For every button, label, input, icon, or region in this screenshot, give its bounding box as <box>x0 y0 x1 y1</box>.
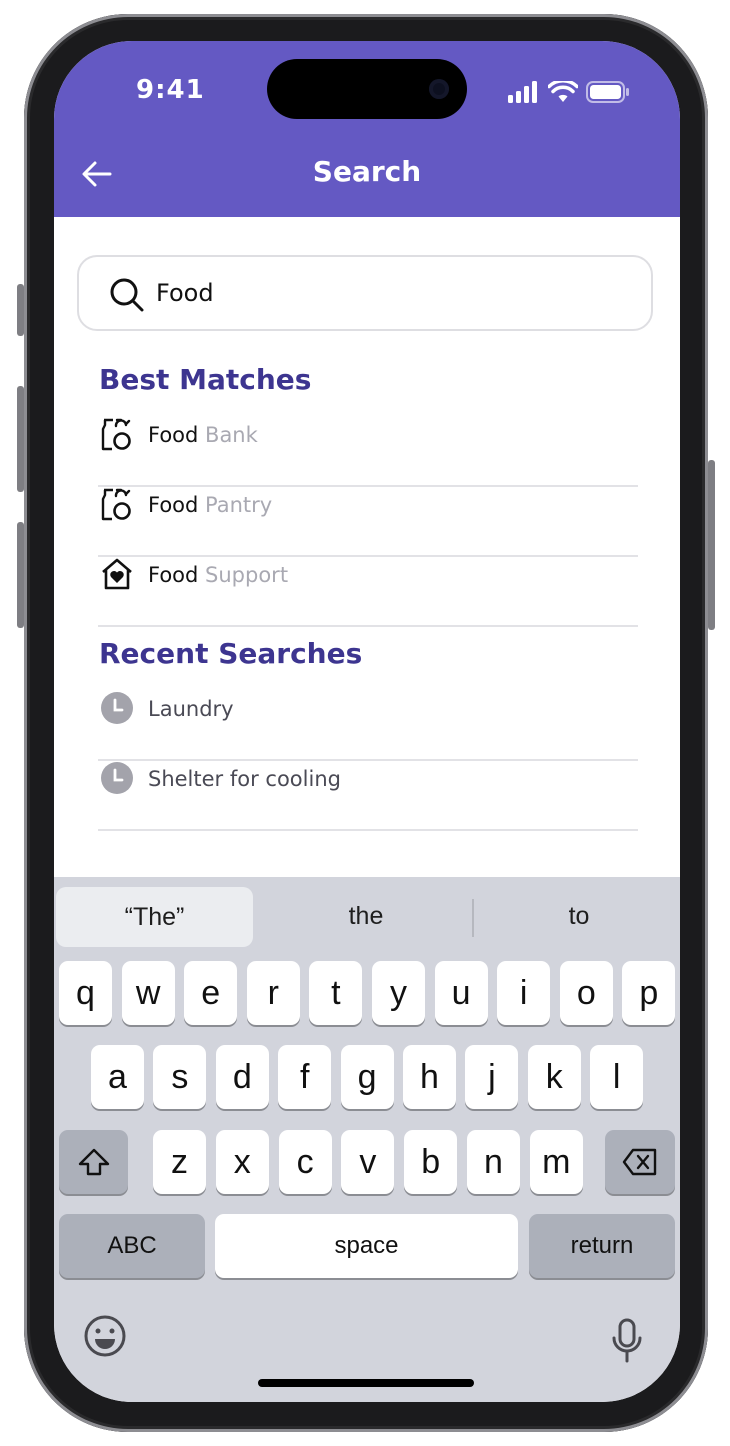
microphone-icon[interactable] <box>610 1318 644 1364</box>
key-e[interactable]: e <box>184 961 238 1025</box>
space-key[interactable]: space <box>215 1214 518 1278</box>
search-value: Food <box>156 279 214 307</box>
key-r[interactable]: r <box>246 961 300 1025</box>
key-c[interactable]: c <box>278 1130 332 1194</box>
volume-up-button <box>17 386 24 492</box>
shift-key[interactable] <box>59 1130 128 1194</box>
recent-search-label: Laundry <box>148 697 234 721</box>
search-icon <box>110 278 144 312</box>
best-match-item[interactable]: Food Pantry <box>98 487 638 557</box>
key-j[interactable]: j <box>465 1045 519 1109</box>
suggestion-1[interactable]: “The” <box>56 887 253 947</box>
key-i[interactable]: i <box>497 961 551 1025</box>
key-y[interactable]: y <box>372 961 425 1025</box>
key-n[interactable]: n <box>467 1130 520 1194</box>
return-key[interactable]: return <box>529 1214 675 1278</box>
emoji-icon[interactable] <box>83 1314 127 1358</box>
key-p[interactable]: p <box>622 961 676 1025</box>
clock-icon <box>101 692 133 724</box>
status-icons <box>508 81 630 103</box>
key-d[interactable]: d <box>215 1045 269 1109</box>
delete-key[interactable] <box>605 1130 675 1194</box>
key-a[interactable]: a <box>91 1045 144 1109</box>
match-rest: Bank <box>198 423 258 447</box>
key-o[interactable]: o <box>559 961 613 1025</box>
key-x[interactable]: x <box>215 1130 269 1194</box>
key-b[interactable]: b <box>404 1130 458 1194</box>
wifi-icon <box>548 81 578 102</box>
best-match-item[interactable]: Food Bank <box>98 417 638 487</box>
food-bank-icon <box>101 418 131 451</box>
dynamic-island <box>267 59 467 119</box>
recent-search-item[interactable]: Laundry <box>98 691 638 761</box>
power-button <box>708 460 715 630</box>
heart-home-icon <box>102 558 132 590</box>
match-bold: Food <box>148 563 199 587</box>
best-matches-heading: Best Matches <box>99 363 312 396</box>
key-w[interactable]: w <box>121 961 175 1025</box>
status-time: 9:41 <box>136 75 205 105</box>
match-rest: Pantry <box>198 493 273 517</box>
camera-icon <box>429 79 449 99</box>
key-m[interactable]: m <box>529 1130 583 1194</box>
app-header: 9:41 Search <box>54 41 680 217</box>
key-v[interactable]: v <box>341 1130 395 1194</box>
key-u[interactable]: u <box>434 961 488 1025</box>
key-l[interactable]: l <box>590 1045 644 1109</box>
key-q[interactable]: q <box>59 961 112 1025</box>
key-t[interactable]: t <box>309 961 363 1025</box>
signal-icon <box>508 81 537 103</box>
home-indicator <box>258 1379 474 1387</box>
key-s[interactable]: s <box>153 1045 207 1109</box>
screen: 9:41 Search Food Best Matches Food Bank … <box>54 41 680 1402</box>
key-g[interactable]: g <box>340 1045 394 1109</box>
best-match-item[interactable]: Food Support <box>98 557 638 627</box>
food-bank-icon <box>101 488 131 521</box>
key-z[interactable]: z <box>153 1130 206 1194</box>
key-k[interactable]: k <box>527 1045 581 1109</box>
key-f[interactable]: f <box>278 1045 332 1109</box>
search-input[interactable]: Food <box>77 255 653 331</box>
suggestion-2[interactable]: the <box>262 877 470 955</box>
clock-icon <box>101 762 133 794</box>
match-bold: Food <box>148 493 199 517</box>
recent-search-label: Shelter for cooling <box>148 767 341 791</box>
recent-search-item[interactable]: Shelter for cooling <box>98 761 638 831</box>
shift-icon <box>78 1148 109 1176</box>
battery-icon <box>586 81 629 103</box>
key-h[interactable]: h <box>403 1045 456 1109</box>
abc-key[interactable]: ABC <box>59 1214 205 1278</box>
match-bold: Food <box>148 423 199 447</box>
keyboard: “The” the to ABC space return q w e r t … <box>54 877 680 1402</box>
match-rest: Support <box>198 563 289 587</box>
volume-down-button <box>17 522 24 628</box>
recent-searches-heading: Recent Searches <box>99 637 363 670</box>
suggestion-3[interactable]: to <box>474 877 680 955</box>
backspace-icon <box>622 1148 657 1176</box>
page-title: Search <box>312 155 422 188</box>
action-button <box>17 284 24 336</box>
